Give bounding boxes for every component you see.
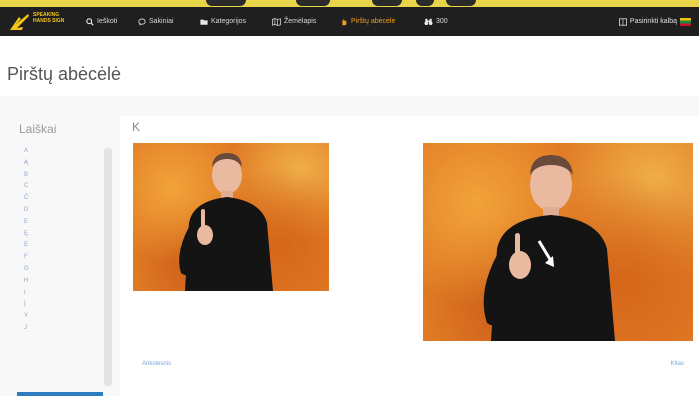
banner-shape	[296, 0, 330, 6]
language-selector[interactable]: Pasirinkti kalbą	[618, 7, 691, 36]
signer-illustration	[179, 153, 273, 291]
letter-link[interactable]: Ę	[20, 229, 110, 241]
letter-link[interactable]: A	[20, 146, 110, 158]
map-icon	[272, 17, 281, 26]
letter-link[interactable]: Į	[20, 299, 110, 311]
banner-shape	[446, 0, 476, 6]
search-icon	[86, 17, 94, 26]
nav-item-search[interactable]: Ieškoti	[86, 7, 117, 36]
nav-item-300[interactable]: 300	[424, 7, 448, 36]
letter-link[interactable]: I	[20, 288, 110, 300]
logo-text: SPEAKING HANDS SIGN	[33, 12, 65, 24]
sign-photo-small	[133, 143, 329, 291]
nav-item-label: 300	[436, 18, 448, 25]
nav-item-map[interactable]: Žemėlapis	[272, 7, 316, 36]
letter-link[interactable]: H	[20, 276, 110, 288]
chat-bubble-icon	[138, 18, 146, 26]
letter-detail-panel: K Ankstesnis Kitas	[120, 116, 699, 396]
letter-link[interactable]: D	[20, 205, 110, 217]
letter-link[interactable]: G	[20, 264, 110, 276]
next-letter-link[interactable]: Kitas	[671, 361, 684, 367]
letter-link[interactable]: C	[20, 181, 110, 193]
logo-mark-icon	[10, 14, 29, 30]
language-label: Pasirinkti kalbą	[629, 18, 677, 25]
sidebar-title: Laiškai	[19, 122, 57, 136]
letter-link[interactable]: F	[20, 252, 110, 264]
nav-item-label: Sakiniai	[149, 18, 174, 25]
letter-link[interactable]: Ė	[20, 240, 110, 252]
navbar: SPEAKING HANDS SIGN Ieškoti Sakiniai Kat…	[0, 7, 699, 36]
letter-link[interactable]: B	[20, 170, 110, 182]
letter-link[interactable]: Č	[20, 193, 110, 205]
signer-illustration	[483, 155, 615, 341]
previous-letter-link[interactable]: Ankstesnis	[142, 361, 171, 367]
letters-sidebar: Laiškai A Ą B C Č D E Ę Ė F G H I Į Y J	[16, 116, 112, 396]
nav-item-fingerspelling[interactable]: Pirštų abėcėlė	[340, 7, 395, 36]
banner-shape	[416, 0, 434, 6]
nav-item-label: Pirštų abėcėlė	[351, 18, 396, 25]
selected-letter-highlight[interactable]	[17, 392, 103, 396]
letter-link[interactable]: J	[20, 323, 110, 335]
site-logo[interactable]: SPEAKING HANDS SIGN	[8, 10, 72, 33]
nav-item-label: Žemėlapis	[284, 18, 317, 25]
nav-item-sentences[interactable]: Sakiniai	[138, 7, 174, 36]
sign-photo-large	[423, 143, 693, 341]
letter-link[interactable]: E	[20, 217, 110, 229]
current-letter-heading: K	[132, 120, 141, 134]
hand-icon	[342, 18, 347, 25]
nav-item-label: Kategorijos	[211, 18, 247, 25]
letter-list-scrollbar[interactable]	[104, 148, 112, 386]
binoculars-icon	[424, 18, 433, 25]
letter-link[interactable]: Y	[20, 311, 110, 323]
language-icon	[618, 17, 627, 26]
nav-item-label: Ieškoti	[97, 18, 118, 25]
banner-shape	[206, 0, 246, 6]
nav-item-categories[interactable]: Kategorijos	[200, 7, 246, 36]
page-title: Pirštų abėcėlė	[7, 64, 122, 84]
letter-link[interactable]: Ą	[20, 158, 110, 170]
top-banner-strip	[0, 0, 699, 7]
letter-list[interactable]: A Ą B C Č D E Ę Ė F G H I Į Y J	[20, 146, 110, 335]
banner-shape	[372, 0, 402, 6]
lithuanian-flag-icon	[680, 17, 691, 26]
folder-icon	[200, 19, 208, 25]
